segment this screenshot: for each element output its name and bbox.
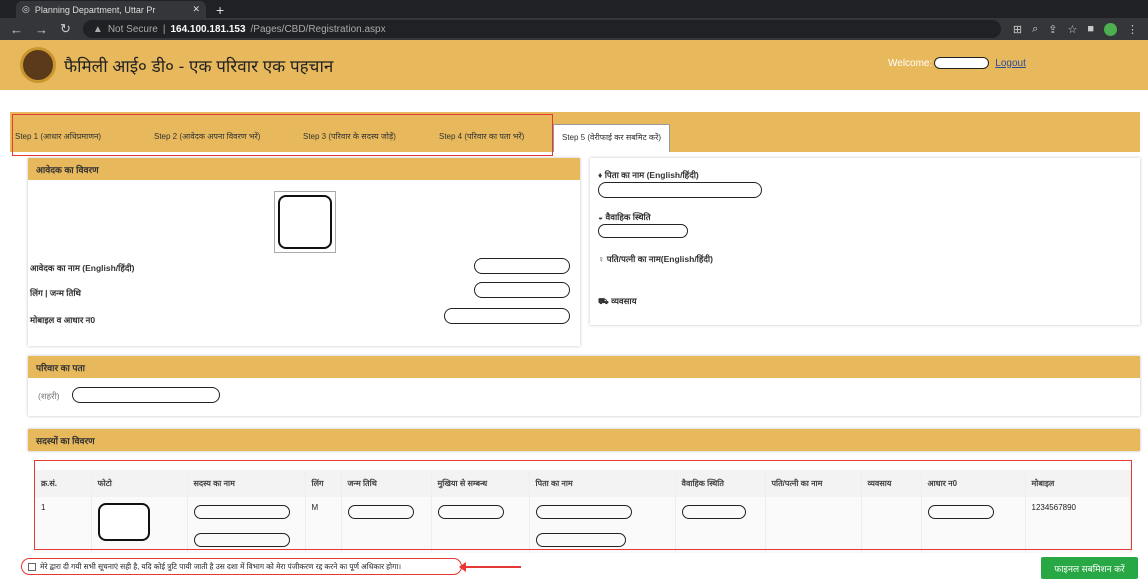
bookmark-star-icon[interactable]: ☆ [1067,23,1077,36]
mobile-aadhaar-field [444,308,570,324]
reload-icon[interactable]: ↻ [60,21,71,37]
profile-avatar[interactable] [1104,22,1117,36]
forward-icon[interactable]: → [35,22,48,37]
address-heading: परिवार का पता [28,356,1140,378]
browser-tab[interactable]: ◎ Planning Department, Uttar Pr ✕ [16,1,206,18]
tab-title: Planning Department, Uttar Pr [34,4,156,15]
consent-row[interactable]: मेरे द्वारा दी गयी सभी सूचनाएं सही है, य… [21,558,462,575]
father-name-label: ♦ पिता का नाम (English/हिंदी) [598,170,699,180]
gender-dob-field [474,282,570,298]
details-panel: ♦ पिता का नाम (English/हिंदी) ◒ वैवाहिक … [590,158,1140,325]
url-path: /Pages/CBD/Registration.aspx [250,23,386,35]
members-panel: सदस्यों का विवरण [28,429,1140,451]
share-icon[interactable]: ⇪ [1048,23,1057,36]
state-emblem-logo [20,47,56,83]
address-city-label: (शहरी) [38,391,60,401]
annotation-arrow [459,562,521,572]
menu-kebab-icon[interactable]: ⋮ [1127,23,1138,36]
welcome-label: Welcome: [888,57,933,69]
browser-tab-strip: ◎ Planning Department, Uttar Pr ✕ + [0,0,1148,18]
logout-link[interactable]: Logout [995,58,1026,69]
marital-status-label: ◒ वैवाहिक स्थिति [598,212,651,222]
tab-step-5[interactable]: Step 5 (वेरीफाई कर सबमिट करें) [553,124,671,152]
back-icon[interactable]: ← [10,22,23,37]
site-header: फैमिली आई० डी० - एक परिवार एक पहचान Welc… [0,40,1148,90]
applicant-heading: आवेदक का विवरण [28,158,580,180]
father-name-field [598,182,762,198]
translate-icon[interactable]: ⊞ [1013,23,1022,36]
new-tab-icon[interactable]: + [216,2,224,18]
globe-icon: ◎ [22,4,30,14]
gender-dob-label: लिंग | जन्म तिथि [30,288,81,298]
url-host: 164.100.181.153 [170,23,246,35]
spouse-name-label: ♀ पति/पत्नी का नाम(English/हिंदी) [598,254,713,264]
marital-status-field [598,224,688,238]
address-field [72,387,220,403]
consent-text: मेरे द्वारा दी गयी सभी सूचनाएं सही है, य… [40,561,402,571]
zoom-icon[interactable]: ⌕ [1032,23,1038,36]
username-field [934,57,990,69]
applicant-panel: आवेदक का विवरण आवेदक का नाम (English/हिं… [28,158,580,346]
address-panel: परिवार का पता (शहरी) [28,356,1140,416]
members-highlight [34,460,1132,550]
mobile-aadhaar-label: मोबाइल व आधार न0 [30,315,96,325]
applicant-photo [274,191,336,253]
close-tab-icon[interactable]: ✕ [192,4,200,15]
welcome-area: Welcome: Logout [888,57,1026,69]
warning-icon: ▲ [92,23,103,35]
security-label: Not Secure [107,23,158,35]
consent-checkbox[interactable] [28,562,36,571]
applicant-name-label: आवेदक का नाम (English/हिंदी) [30,263,135,273]
occupation-label: ⛟ व्यवसाय [598,296,637,306]
site-title: फैमिली आई० डी० - एक परिवार एक पहचान [64,56,334,76]
steps-highlight [12,114,553,156]
members-heading: सदस्यों का विवरण [28,429,1140,451]
browser-toolbar: ← → ↻ ▲ Not Secure | 164.100.181.153/Pag… [0,18,1148,40]
final-submit-button[interactable]: फाइनल सबमिशन करें [1041,557,1138,579]
sidepanel-icon[interactable]: ■ [1087,23,1094,35]
address-bar[interactable]: ▲ Not Secure | 164.100.181.153/Pages/CBD… [82,20,1001,38]
applicant-name-field [474,258,570,274]
